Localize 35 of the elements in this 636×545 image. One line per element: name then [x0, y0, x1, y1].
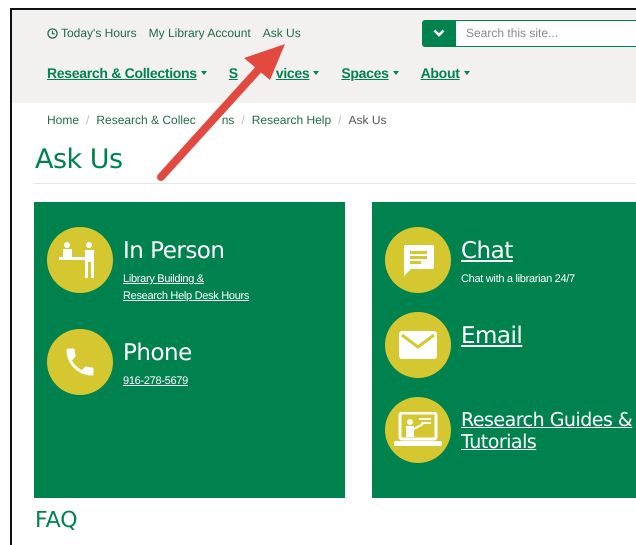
- dropdown-button[interactable]: [422, 20, 456, 46]
- chevron-down-icon: [433, 28, 445, 38]
- item-title: In Person: [123, 239, 226, 263]
- laptop-presenter-icon: [394, 412, 442, 448]
- section-heading: FAQ: [35, 508, 79, 534]
- item-title: Phone: [123, 341, 192, 365]
- detail-link[interactable]: 916-278-5679: [123, 373, 192, 390]
- breadcrumb-link[interactable]: Research Help: [252, 113, 332, 127]
- utility-link[interactable]: Ask Us: [262, 26, 301, 40]
- item-title-link[interactable]: Chat: [461, 239, 575, 263]
- utility-link[interactable]: My Library Account: [148, 26, 251, 40]
- caret-icon: [200, 71, 207, 75]
- clock-icon: [47, 28, 58, 38]
- item-title-link[interactable]: Email: [461, 324, 522, 348]
- nav-menu-item[interactable]: About: [420, 65, 470, 81]
- search-field[interactable]: Search this site...: [456, 20, 636, 46]
- caret-icon: [313, 71, 320, 75]
- breadcrumb-link[interactable]: Ask Us: [348, 113, 386, 127]
- page-title: Ask Us: [35, 143, 124, 177]
- nav-menu-item[interactable]: S vices: [228, 65, 320, 81]
- nav-menu-item[interactable]: Research & Collections: [47, 65, 207, 81]
- caret-icon: [392, 71, 399, 75]
- breadcrumb-link[interactable]: Home: [47, 113, 80, 127]
- caret-icon: [464, 71, 470, 75]
- nav-menu-item[interactable]: Spaces: [341, 65, 399, 81]
- detail-text: Chat with a librarian 24/7: [461, 272, 575, 287]
- breadcrumb-separator: /: [86, 113, 90, 127]
- breadcrumb-link[interactable]: Research & Collec ns: [96, 113, 234, 127]
- breadcrumb-separator: /: [241, 113, 245, 127]
- envelope-icon: [399, 331, 437, 359]
- item-title-link[interactable]: Research Guides & Tutorials: [461, 409, 632, 453]
- detail-link[interactable]: Library Building & Research Help Desk Hours: [123, 271, 250, 305]
- chat-bubble-icon: [401, 243, 435, 277]
- utility-link[interactable]: Today's Hours: [47, 26, 137, 40]
- breadcrumb-separator: /: [338, 113, 342, 127]
